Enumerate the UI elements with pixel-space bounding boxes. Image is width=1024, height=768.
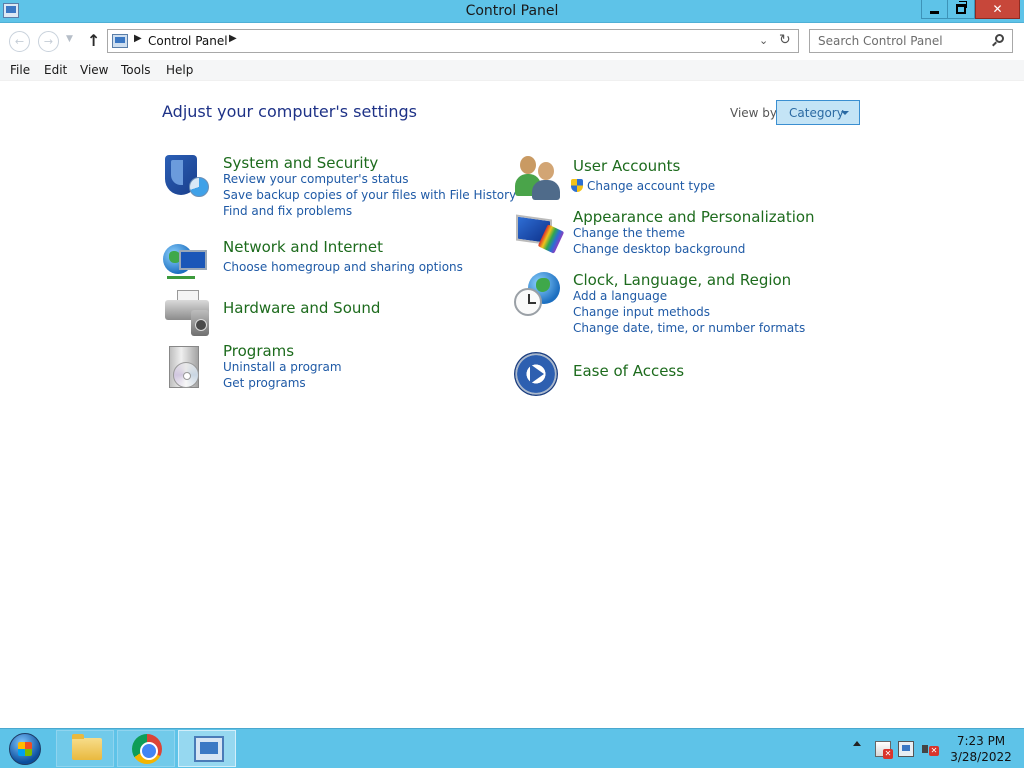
link-uninstall-program[interactable]: Uninstall a program: [223, 360, 342, 374]
category-hardware-sound: Hardware and Sound: [223, 299, 380, 317]
taskbar-control-panel[interactable]: [178, 730, 236, 767]
page-title: Adjust your computer's settings: [162, 102, 417, 121]
link-file-history[interactable]: Save backup copies of your files with Fi…: [223, 188, 516, 202]
control-panel-icon: [112, 34, 128, 48]
action-center-icon[interactable]: [875, 741, 893, 759]
view-by-label: View by:: [730, 106, 781, 120]
link-add-language[interactable]: Add a language: [573, 289, 805, 303]
shield-icon[interactable]: [163, 155, 211, 203]
breadcrumb-chevron-icon[interactable]: ▶: [229, 33, 237, 44]
restore-icon: [956, 1, 967, 14]
menu-tools[interactable]: Tools: [121, 63, 151, 77]
category-title-ease-of-access[interactable]: Ease of Access: [573, 362, 684, 380]
dropdown-caret-icon: [841, 111, 849, 115]
window-title: Control Panel: [465, 3, 559, 19]
category-network-internet: Network and Internet Choose homegroup an…: [223, 238, 463, 274]
clock-time: 7:23 PM: [956, 734, 1006, 748]
close-icon: ✕: [992, 2, 1003, 16]
programs-icon[interactable]: [163, 344, 211, 392]
menu-file[interactable]: File: [10, 63, 30, 77]
menu-bar: File Edit View Tools Help: [0, 60, 1024, 81]
search-icon[interactable]: [995, 34, 1004, 43]
windows-logo-icon: [9, 733, 41, 765]
chrome-icon: [132, 734, 162, 764]
up-button[interactable]: ↑: [87, 31, 100, 50]
volume-muted-icon[interactable]: [921, 741, 939, 757]
menu-help[interactable]: Help: [166, 63, 193, 77]
category-system-security: System and Security Review your computer…: [223, 154, 516, 218]
category-title-clock-language[interactable]: Clock, Language, and Region: [573, 271, 805, 289]
printer-icon[interactable]: [163, 290, 211, 338]
breadcrumb-control-panel[interactable]: Control Panel: [148, 34, 228, 48]
network-status-icon[interactable]: [898, 741, 914, 757]
restore-button[interactable]: [948, 0, 975, 19]
category-title-user-accounts[interactable]: User Accounts: [573, 157, 715, 175]
taskbar-file-explorer[interactable]: [56, 730, 114, 767]
category-title-network-internet[interactable]: Network and Internet: [223, 238, 463, 256]
up-arrow-icon: ↑: [87, 31, 101, 50]
show-hidden-icons-icon[interactable]: [853, 741, 861, 746]
category-clock-language-region: Clock, Language, and Region Add a langua…: [573, 271, 805, 335]
back-arrow-icon: ←: [14, 35, 25, 48]
view-by-value: Category: [789, 106, 844, 120]
search-input[interactable]: [810, 30, 988, 52]
link-desktop-background[interactable]: Change desktop background: [573, 242, 815, 256]
appearance-icon[interactable]: [514, 211, 565, 259]
category-ease-of-access: Ease of Access: [573, 362, 684, 380]
taskbar-chrome[interactable]: [117, 730, 175, 767]
link-change-account-type-label: Change account type: [587, 179, 716, 193]
link-review-status[interactable]: Review your computer's status: [223, 172, 516, 186]
breadcrumb-chevron-icon[interactable]: ▶: [134, 33, 142, 44]
title-bar: Control Panel ✕: [0, 0, 1024, 23]
address-bar[interactable]: ▶ Control Panel ▶ ⌄ ↻: [107, 29, 799, 53]
link-input-methods[interactable]: Change input methods: [573, 305, 805, 319]
minimize-button[interactable]: [921, 0, 948, 19]
ease-of-access-icon[interactable]: [514, 352, 562, 400]
category-programs: Programs Uninstall a program Get program…: [223, 342, 342, 390]
navigation-bar: ← → ▼ ↑ ▶ Control Panel ▶ ⌄ ↻: [0, 24, 1024, 60]
category-title-appearance[interactable]: Appearance and Personalization: [573, 208, 815, 226]
clock-globe-icon[interactable]: [514, 272, 562, 320]
back-button[interactable]: ←: [9, 31, 30, 52]
forward-arrow-icon: →: [43, 35, 54, 48]
link-date-time-formats[interactable]: Change date, time, or number formats: [573, 321, 805, 335]
minimize-icon: [930, 10, 939, 14]
category-title-programs[interactable]: Programs: [223, 342, 342, 360]
category-user-accounts: User Accounts Change account type: [571, 157, 715, 193]
address-dropdown-icon[interactable]: ⌄: [759, 34, 768, 47]
link-find-fix[interactable]: Find and fix problems: [223, 204, 516, 218]
file-explorer-icon: [72, 734, 102, 760]
menu-view[interactable]: View: [80, 63, 108, 77]
taskbar-clock[interactable]: 7:23 PM 3/28/2022: [944, 733, 1018, 765]
view-by-dropdown[interactable]: Category: [776, 100, 860, 125]
forward-button[interactable]: →: [38, 31, 59, 52]
close-button[interactable]: ✕: [975, 0, 1020, 19]
category-appearance: Appearance and Personalization Change th…: [573, 208, 815, 256]
category-title-system-security[interactable]: System and Security: [223, 154, 516, 172]
link-change-account-type[interactable]: Change account type: [571, 179, 715, 193]
link-get-programs[interactable]: Get programs: [223, 376, 342, 390]
category-title-hardware-sound[interactable]: Hardware and Sound: [223, 299, 380, 317]
start-button[interactable]: [4, 732, 46, 766]
menu-edit[interactable]: Edit: [44, 63, 67, 77]
taskbar: 7:23 PM 3/28/2022: [0, 728, 1024, 768]
clock-date: 3/28/2022: [950, 750, 1012, 764]
refresh-icon[interactable]: ↻: [779, 32, 791, 48]
network-icon[interactable]: [163, 240, 211, 288]
link-change-theme[interactable]: Change the theme: [573, 226, 815, 240]
control-panel-icon: [194, 736, 224, 762]
users-icon[interactable]: [514, 154, 562, 202]
link-homegroup[interactable]: Choose homegroup and sharing options: [223, 260, 463, 274]
recent-locations-button[interactable]: ▼: [66, 34, 73, 44]
search-box[interactable]: [809, 29, 1013, 53]
uac-shield-icon: [571, 179, 583, 192]
